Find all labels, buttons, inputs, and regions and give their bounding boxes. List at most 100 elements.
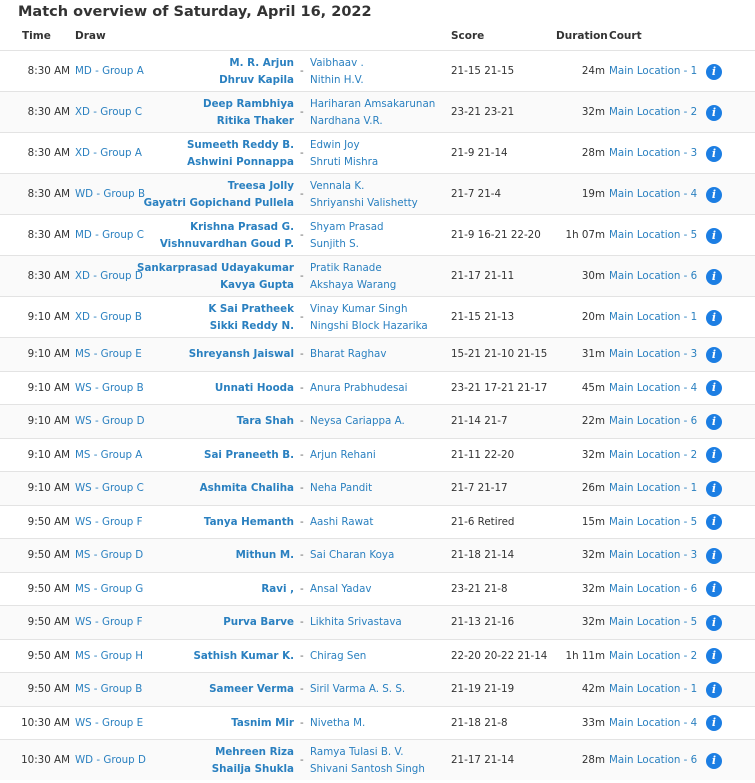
player-link[interactable]: Tasnim Mir [231,715,294,732]
player-link[interactable]: M. R. Arjun [219,55,294,72]
player-link[interactable]: Kavya Gupta [137,277,294,294]
player-link[interactable]: Akshaya Warang [310,277,396,294]
player-link[interactable]: Shivani Santosh Singh [310,761,425,778]
draw-link[interactable]: WS - Group B [75,380,144,397]
player-link[interactable]: Ritika Thaker [203,113,294,130]
info-icon[interactable]: i [706,413,722,430]
player-link[interactable]: Shyam Prasad [310,219,384,236]
player-link[interactable]: Arjun Rehani [310,447,376,464]
court-link[interactable]: Main Location - 4 [609,186,697,203]
player-link[interactable]: Ashwini Ponnappa [187,154,294,171]
info-icon[interactable]: i [706,145,722,162]
player-link[interactable]: Sai Praneeth B. [204,447,294,464]
player-link[interactable]: Dhruv Kapila [219,72,294,89]
player-link[interactable]: Unnati Hooda [215,380,294,397]
player-link[interactable]: Vishnuvardhan Goud P. [160,236,294,253]
info-icon[interactable]: i [706,715,722,732]
court-link[interactable]: Main Location - 6 [609,268,697,285]
info-icon[interactable]: i [706,480,722,497]
court-link[interactable]: Main Location - 3 [609,145,697,162]
draw-link[interactable]: MD - Group C [75,227,144,244]
player-link[interactable]: Ansal Yadav [310,581,372,598]
court-link[interactable]: Main Location - 5 [609,227,697,244]
player-link[interactable]: Krishna Prasad G. [160,219,294,236]
player-link[interactable]: Nivetha M. [310,715,365,732]
info-icon[interactable]: i [706,514,722,531]
player-link[interactable]: Sathish Kumar K. [193,648,294,665]
court-link[interactable]: Main Location - 3 [609,346,697,363]
player-link[interactable]: Ningshi Block Hazarika [310,318,428,335]
court-link[interactable]: Main Location - 1 [609,480,697,497]
court-link[interactable]: Main Location - 5 [609,514,697,531]
player-link[interactable]: K Sai Pratheek [208,301,294,318]
player-link[interactable]: Tanya Hemanth [204,514,294,531]
draw-link[interactable]: WS - Group E [75,715,143,732]
info-icon[interactable]: i [706,648,722,665]
player-link[interactable]: Chirag Sen [310,648,366,665]
info-icon[interactable]: i [706,547,722,564]
court-link[interactable]: Main Location - 2 [609,648,697,665]
info-icon[interactable]: i [706,268,722,285]
draw-link[interactable]: WS - Group D [75,413,145,430]
draw-link[interactable]: MS - Group H [75,648,143,665]
player-link[interactable]: Edwin Joy [310,137,378,154]
player-link[interactable]: Deep Rambhiya [203,96,294,113]
player-link[interactable]: Sameer Verma [209,681,294,698]
info-icon[interactable]: i [706,346,722,363]
player-link[interactable]: Likhita Srivastava [310,614,402,631]
court-link[interactable]: Main Location - 1 [609,309,697,326]
player-link[interactable]: Sai Charan Koya [310,547,394,564]
draw-link[interactable]: WD - Group D [75,752,146,769]
info-icon[interactable]: i [706,581,722,598]
player-link[interactable]: Vaibhaav . [310,55,364,72]
player-link[interactable]: Mithun M. [236,547,294,564]
player-link[interactable]: Mehreen Riza [212,744,294,761]
court-link[interactable]: Main Location - 4 [609,380,697,397]
info-icon[interactable]: i [706,227,722,244]
info-icon[interactable]: i [706,380,722,397]
info-icon[interactable]: i [706,752,722,769]
draw-link[interactable]: MS - Group E [75,346,142,363]
court-link[interactable]: Main Location - 4 [609,715,697,732]
draw-link[interactable]: WS - Group F [75,514,143,531]
player-link[interactable]: Vennala K. [310,178,418,195]
court-link[interactable]: Main Location - 2 [609,104,697,121]
player-link[interactable]: Sumeeth Reddy B. [187,137,294,154]
info-icon[interactable]: i [706,309,722,326]
draw-link[interactable]: XD - Group A [75,145,142,162]
draw-link[interactable]: XD - Group D [75,268,143,285]
court-link[interactable]: Main Location - 6 [609,581,697,598]
draw-link[interactable]: XD - Group C [75,104,142,121]
player-link[interactable]: Shruti Mishra [310,154,378,171]
info-icon[interactable]: i [706,63,722,80]
player-link[interactable]: Gayatri Gopichand Pullela [144,195,294,212]
court-link[interactable]: Main Location - 6 [609,413,697,430]
player-link[interactable]: Siril Varma A. S. S. [310,681,405,698]
draw-link[interactable]: WS - Group C [75,480,144,497]
draw-link[interactable]: WD - Group B [75,186,145,203]
player-link[interactable]: Shriyanshi Valishetty [310,195,418,212]
player-link[interactable]: Anura Prabhudesai [310,380,407,397]
player-link[interactable]: Tara Shah [237,413,294,430]
court-link[interactable]: Main Location - 3 [609,547,697,564]
player-link[interactable]: Sankarprasad Udayakumar [137,260,294,277]
draw-link[interactable]: XD - Group B [75,309,142,326]
info-icon[interactable]: i [706,186,722,203]
draw-link[interactable]: MD - Group A [75,63,144,80]
player-link[interactable]: Ravi , [261,581,294,598]
court-link[interactable]: Main Location - 1 [609,63,697,80]
player-link[interactable]: Aashi Rawat [310,514,373,531]
player-link[interactable]: Pratik Ranade [310,260,396,277]
draw-link[interactable]: MS - Group A [75,447,142,464]
player-link[interactable]: Nithin H.V. [310,72,364,89]
player-link[interactable]: Ramya Tulasi B. V. [310,744,425,761]
player-link[interactable]: Shreyansh Jaiswal [189,346,294,363]
player-link[interactable]: Vinay Kumar Singh [310,301,428,318]
draw-link[interactable]: MS - Group D [75,547,143,564]
court-link[interactable]: Main Location - 2 [609,447,697,464]
info-icon[interactable]: i [706,681,722,698]
info-icon[interactable]: i [706,614,722,631]
player-link[interactable]: Sikki Reddy N. [208,318,294,335]
draw-link[interactable]: MS - Group B [75,681,142,698]
player-link[interactable]: Sunjith S. [310,236,384,253]
